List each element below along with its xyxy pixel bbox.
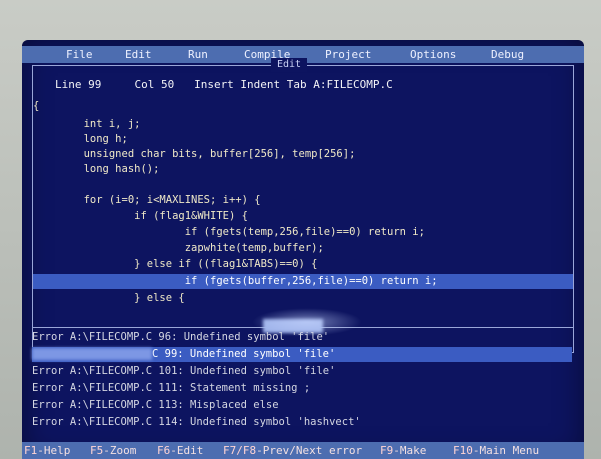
menu-project[interactable]: Project [325, 46, 371, 63]
code-line[interactable]: unsigned char bits, buffer[256], temp[25… [33, 147, 573, 162]
menu-file[interactable]: File [66, 46, 93, 63]
edit-window[interactable]: Edit Line 99 Col 50 Insert Indent Tab A:… [32, 58, 574, 353]
key-label: F5 [90, 444, 104, 457]
message-line[interactable]: Error A:\FILECOMP.C 114: Undefined symbo… [32, 415, 572, 430]
code-line[interactable]: } else if ((flag1&TABS)==0) { [33, 257, 573, 272]
key-label: F6 [157, 444, 171, 457]
menu-debug[interactable]: Debug [491, 46, 524, 63]
code-line[interactable]: zapwhite(temp,buffer); [33, 241, 573, 256]
menu-run[interactable]: Run [188, 46, 208, 63]
code-line[interactable]: } else { [33, 291, 573, 306]
key-f10-main-menu[interactable]: F10-Main Menu [453, 442, 539, 459]
key-label: F10 [453, 444, 473, 457]
key-f7-f8-prev-next-error[interactable]: F7/F8-Prev/Next error [223, 442, 362, 459]
key-f5-zoom[interactable]: F5-Zoom [90, 442, 136, 459]
code-line[interactable]: int i, j; [33, 117, 573, 132]
message-window[interactable]: Error A:\FILECOMP.C 96: Undefined symbol… [32, 319, 574, 436]
menu-options[interactable]: Options [410, 46, 456, 63]
message-line[interactable]: Error A:\FILECOMP.C 111: Statement missi… [32, 381, 572, 396]
key-f1-help[interactable]: F1-Help [24, 442, 70, 459]
ide-screen: File Edit Run Compile Project Options De… [22, 40, 584, 459]
editor-status-line: Line 99 Col 50 Insert Indent Tab A:FILEC… [55, 78, 393, 91]
key-label: F7/F8 [223, 444, 257, 457]
key-action: -Make [393, 444, 427, 457]
message-line-selected[interactable]: C 99: Undefined symbol 'file' [32, 347, 572, 362]
code-line-current[interactable]: if (fgets(buffer,256,file)==0) return i; [33, 274, 573, 289]
code-line[interactable] [33, 177, 573, 192]
code-line[interactable]: for (i=0; i<MAXLINES; i++) { [33, 193, 573, 208]
key-action: -Main Menu [472, 444, 540, 457]
message-line[interactable]: Error A:\FILECOMP.C 101: Undefined symbo… [32, 364, 572, 379]
edit-window-title: Edit [271, 58, 308, 72]
message-line[interactable]: Error A:\FILECOMP.C 96: Undefined symbol… [32, 330, 572, 345]
code-line[interactable]: long h; [33, 132, 573, 147]
key-f9-make[interactable]: F9-Make [380, 442, 426, 459]
redacted-region [32, 348, 152, 360]
function-key-bar: F1-Help F5-Zoom F6-Edit F7/F8-Prev/Next … [22, 442, 584, 459]
message-line[interactable]: Error A:\FILECOMP.C 113: Misplaced else [32, 398, 572, 413]
key-action: -Prev/Next error [256, 444, 363, 457]
key-action: -Zoom [103, 444, 137, 457]
key-action: -Edit [170, 444, 204, 457]
code-line[interactable]: if (flag1&WHITE) { [33, 209, 573, 224]
code-line[interactable]: { [33, 99, 573, 114]
code-line[interactable]: if (fgets(temp,256,file)==0) return i; [33, 225, 573, 240]
key-label: F9 [380, 444, 394, 457]
message-line-text: C 99: Undefined symbol 'file' [152, 348, 336, 360]
code-line[interactable]: long hash(); [33, 162, 573, 177]
menu-edit[interactable]: Edit [125, 46, 152, 63]
key-label: F1 [24, 444, 38, 457]
key-action: -Help [37, 444, 71, 457]
key-f6-edit[interactable]: F6-Edit [157, 442, 203, 459]
